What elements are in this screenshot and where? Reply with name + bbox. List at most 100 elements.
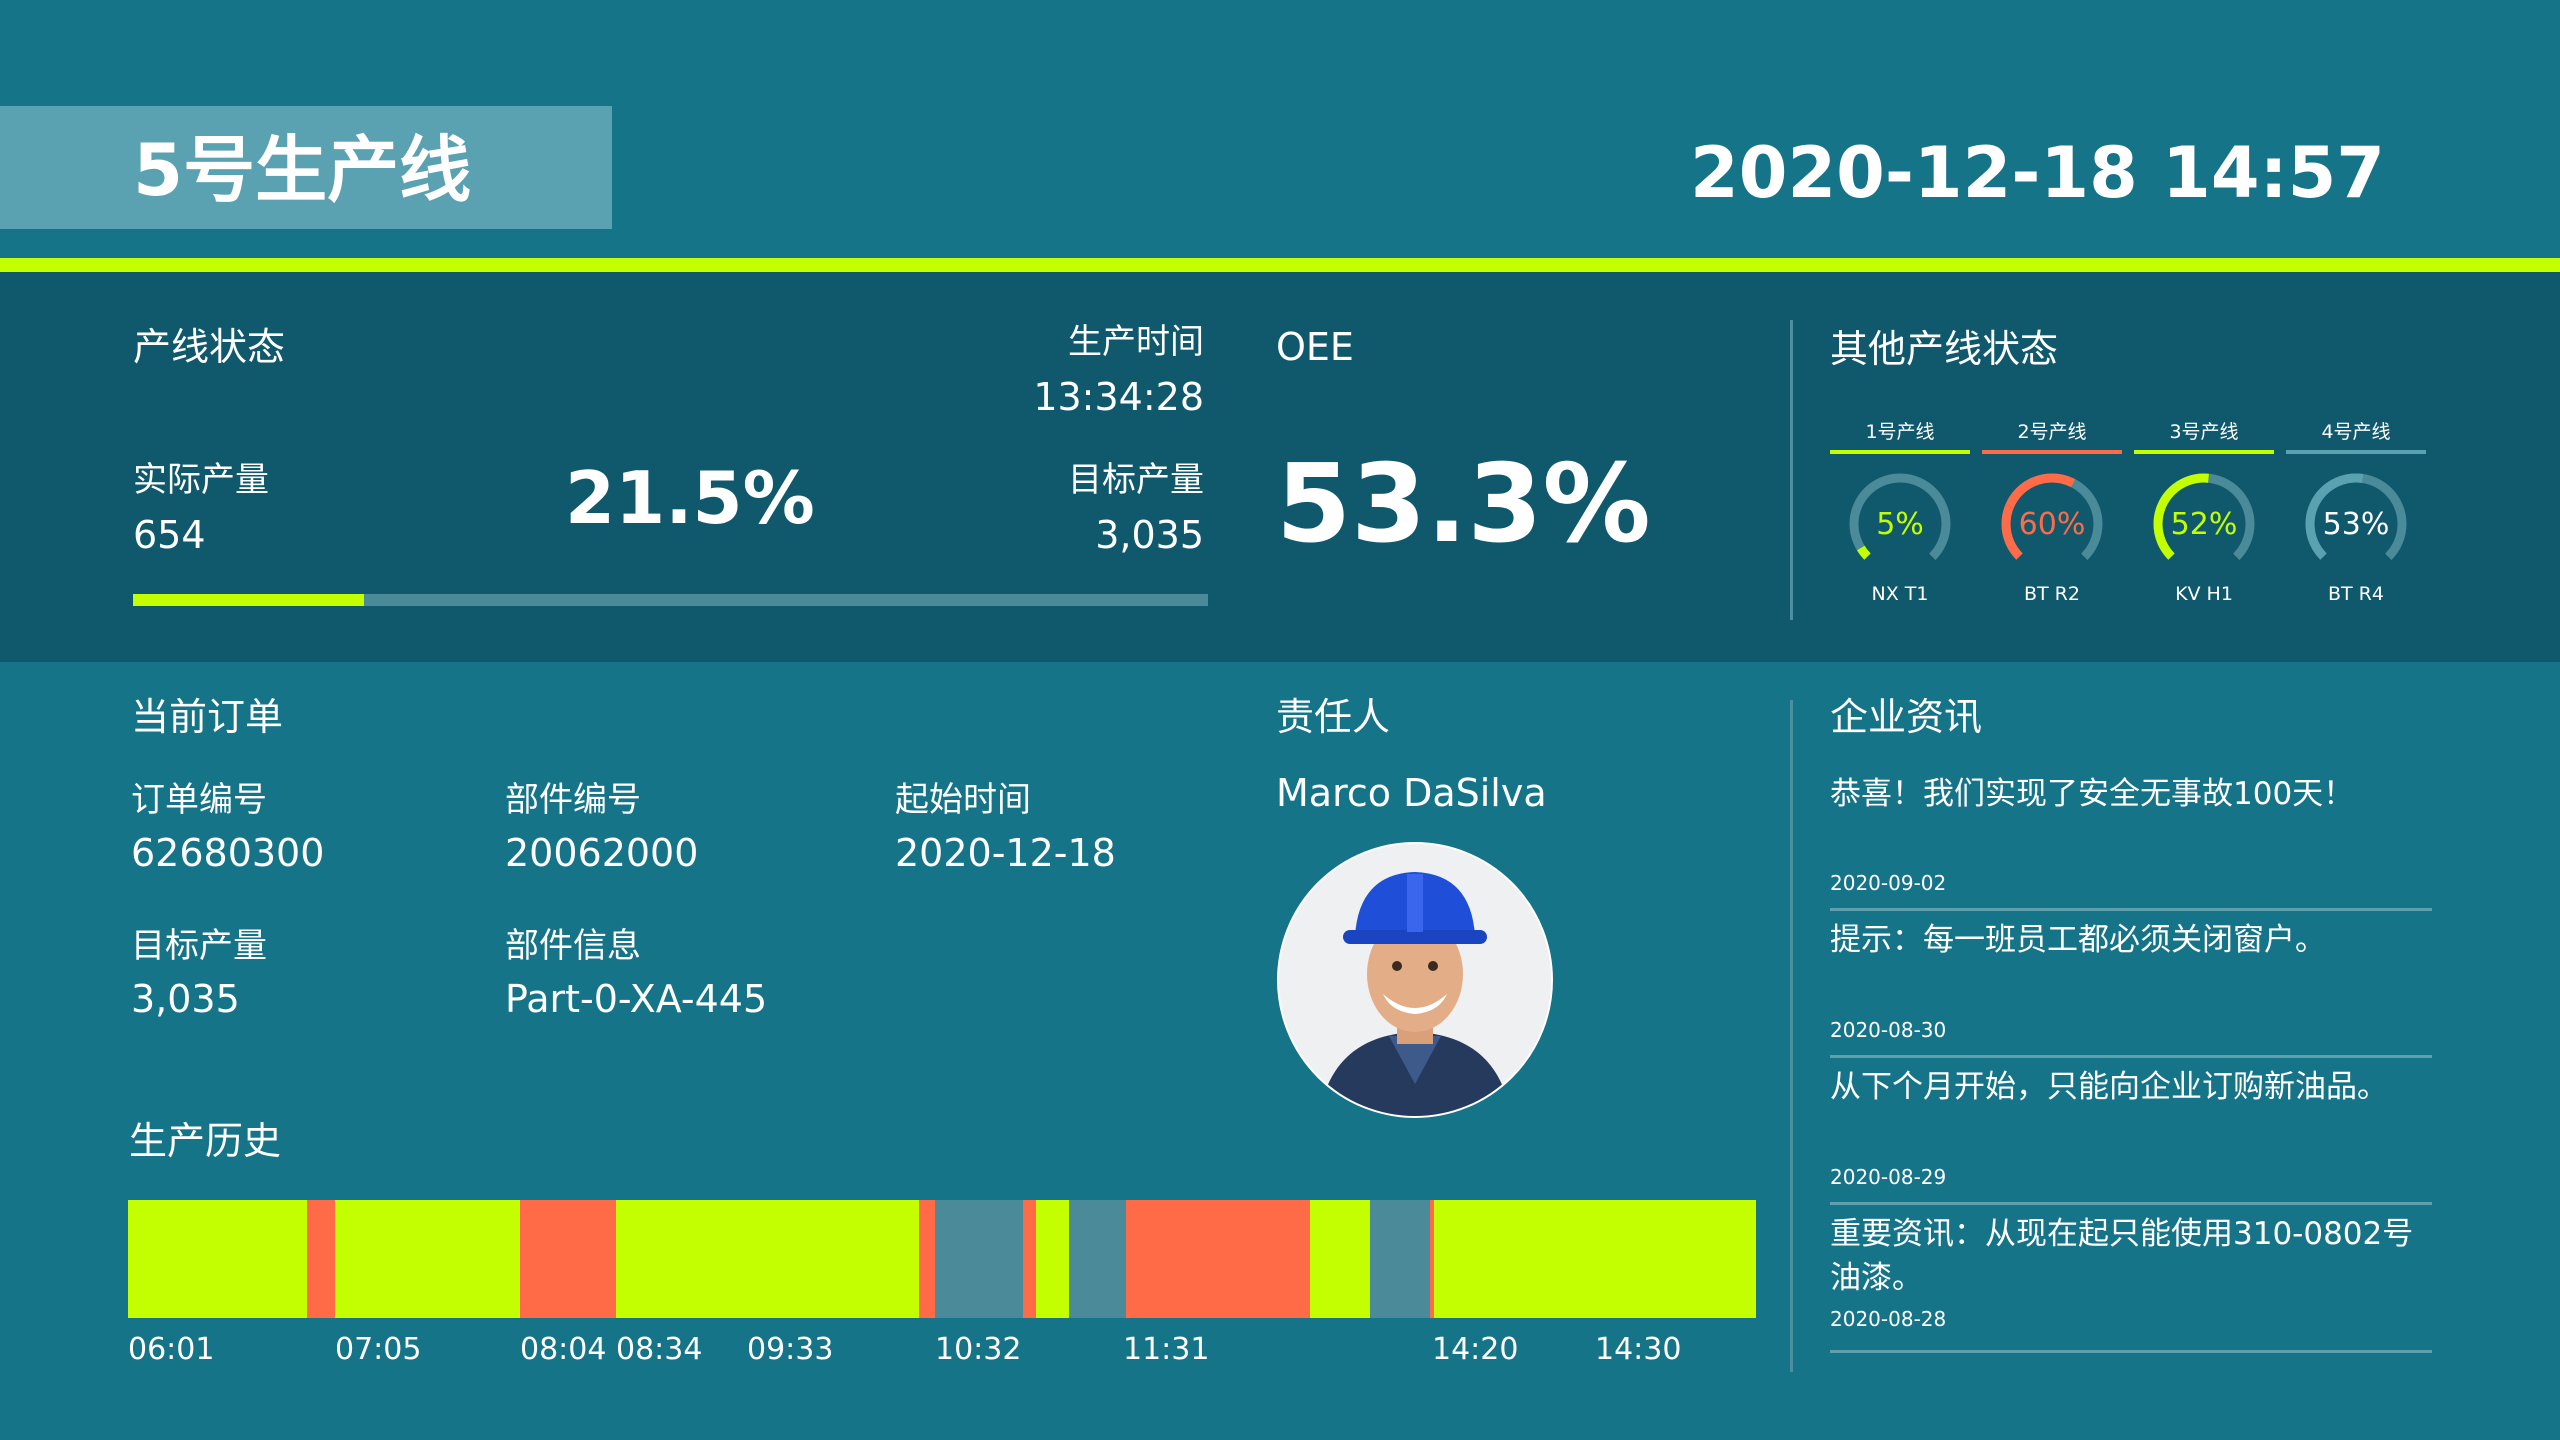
production-time-label: 生产时间	[1068, 322, 1204, 362]
history-segment	[1023, 1200, 1038, 1318]
history-tick: 08:04	[520, 1332, 607, 1367]
order-no-value: 62680300	[131, 831, 325, 875]
history-segment	[1433, 1200, 1597, 1318]
news-date: 2020-08-30	[1830, 1018, 1947, 1042]
start-time-value: 2020-12-18	[895, 831, 1116, 875]
gauge-tab-underline	[1982, 450, 2122, 454]
avatar	[1277, 842, 1553, 1118]
history-tick: 10:32	[935, 1332, 1022, 1367]
part-no-value: 20062000	[505, 831, 699, 875]
history-segment	[128, 1200, 308, 1318]
gauge-ring: 60%	[2001, 473, 2103, 575]
gauge-percent: 5%	[1876, 507, 1924, 542]
news-divider	[1830, 1055, 2432, 1058]
history-segment	[520, 1200, 618, 1318]
history-segment	[307, 1200, 336, 1318]
part-info-label: 部件信息	[505, 926, 641, 966]
gauge-tab-underline	[1830, 450, 1970, 454]
progress-bar	[133, 594, 1208, 606]
history-tick: 14:20	[1432, 1332, 1519, 1367]
progress-percent: 21.5%	[565, 456, 815, 540]
page-title: 5号生产线	[133, 128, 472, 212]
news-date: 2020-08-28	[1830, 1307, 1947, 1331]
order-target-value: 3,035	[131, 977, 240, 1021]
responsible-name: Marco DaSilva	[1276, 771, 1547, 815]
history-tick: 06:01	[128, 1332, 215, 1367]
vertical-divider	[1790, 320, 1793, 620]
news-date: 2020-09-02	[1830, 871, 1947, 895]
news-title: 企业资讯	[1830, 695, 1983, 739]
worker-portrait	[1279, 844, 1551, 1116]
progress-bar-fill	[133, 594, 365, 606]
gauge-line-name: KV H1	[2175, 583, 2233, 605]
part-info-value: Part-0-XA-445	[505, 977, 768, 1021]
gauge-percent: 60%	[2019, 507, 2086, 542]
history-segment	[935, 1200, 1024, 1318]
part-no-label: 部件编号	[505, 780, 641, 820]
line-gauge[interactable]: 1号产线 5% NX T1	[1830, 418, 1970, 606]
history-tick: 11:31	[1123, 1332, 1210, 1367]
history-ticks: 06:01 07:05 08:04 08:34 09:33 10:32 11:3…	[128, 1330, 1768, 1374]
gauge-ring: 52%	[2153, 473, 2255, 575]
gauge-tab-label: 4号产线	[2321, 421, 2391, 443]
history-segment	[1036, 1200, 1070, 1318]
news-divider	[1830, 908, 2432, 911]
gauge-line-name: BT R4	[2328, 583, 2384, 605]
order-no-label: 订单编号	[131, 780, 267, 820]
history-segment	[616, 1200, 749, 1318]
history-timeline	[128, 1200, 1757, 1318]
history-tick: 07:05	[335, 1332, 422, 1367]
other-lines-gauges: 1号产线 5% NX T1 2号产线 60% BT R2 3号产线 52% KV H1 4号产线 5…	[1830, 418, 2426, 606]
accent-divider	[0, 258, 2560, 272]
gauge-ring: 5%	[1849, 473, 1951, 575]
news-item[interactable]: 重要资讯：从现在起只能使用310-0802号油漆。	[1830, 1212, 2430, 1300]
actual-output-value: 654	[133, 513, 206, 557]
actual-output-label: 实际产量	[133, 460, 269, 500]
gauge-tab-label: 3号产线	[2169, 421, 2239, 443]
history-segment	[1309, 1200, 1371, 1318]
history-title: 生产历史	[129, 1119, 282, 1163]
news-divider	[1830, 1350, 2432, 1353]
history-segment	[1125, 1200, 1310, 1318]
production-time-value: 13:34:28	[1033, 375, 1204, 419]
news-list: 恭喜！我们实现了安全无事故100天！ 2020-09-02 提示：每一班员工都必…	[1830, 772, 2440, 1372]
news-item[interactable]: 恭喜！我们实现了安全无事故100天！	[1830, 772, 2430, 816]
gauge-percent: 53%	[2323, 507, 2390, 542]
gauge-tab-underline	[2134, 450, 2274, 454]
history-tick: 14:30	[1595, 1332, 1682, 1367]
vertical-divider	[1790, 700, 1793, 1372]
news-text: 重要资讯：从现在起只能使用310-0802号油漆。	[1830, 1216, 2414, 1296]
line-gauge[interactable]: 3号产线 52% KV H1	[2134, 418, 2274, 606]
responsible-title: 责任人	[1276, 695, 1391, 739]
news-item[interactable]: 从下个月开始，只能向企业订购新油品。	[1830, 1065, 2430, 1109]
line-gauge[interactable]: 4号产线 53% BT R4	[2286, 418, 2426, 606]
news-item[interactable]: 提示：每一班员工都必须关闭窗户。	[1830, 918, 2430, 962]
target-output-value: 3,035	[1095, 513, 1204, 557]
line-status-title: 产线状态	[133, 325, 286, 369]
line-gauge[interactable]: 2号产线 60% BT R2	[1982, 418, 2122, 606]
oee-title: OEE	[1276, 325, 1354, 369]
history-segment	[748, 1200, 920, 1318]
current-order-title: 当前订单	[131, 695, 284, 739]
history-segment	[1596, 1200, 1757, 1318]
oee-value: 53.3%	[1276, 442, 1651, 567]
current-datetime: 2020-12-18 14:57	[1690, 132, 2385, 214]
history-segment	[1068, 1200, 1126, 1318]
history-segment	[334, 1200, 521, 1318]
gauge-tab-label: 2号产线	[2017, 421, 2087, 443]
history-segment	[919, 1200, 937, 1318]
gauge-line-name: NX T1	[1871, 583, 1929, 605]
news-text: 恭喜！我们实现了安全无事故100天！	[1830, 776, 2355, 812]
gauge-tab-underline	[2286, 450, 2426, 454]
history-tick: 09:33	[747, 1332, 834, 1367]
start-time-label: 起始时间	[895, 780, 1031, 820]
target-output-label: 目标产量	[1068, 460, 1204, 500]
news-text: 从下个月开始，只能向企业订购新油品。	[1830, 1069, 2388, 1105]
order-target-label: 目标产量	[131, 926, 267, 966]
news-divider	[1830, 1202, 2432, 1205]
history-segment	[1370, 1200, 1432, 1318]
history-tick: 08:34	[616, 1332, 703, 1367]
gauge-tab-label: 1号产线	[1865, 421, 1935, 443]
gauge-percent: 52%	[2171, 507, 2238, 542]
gauge-ring: 53%	[2305, 473, 2407, 575]
